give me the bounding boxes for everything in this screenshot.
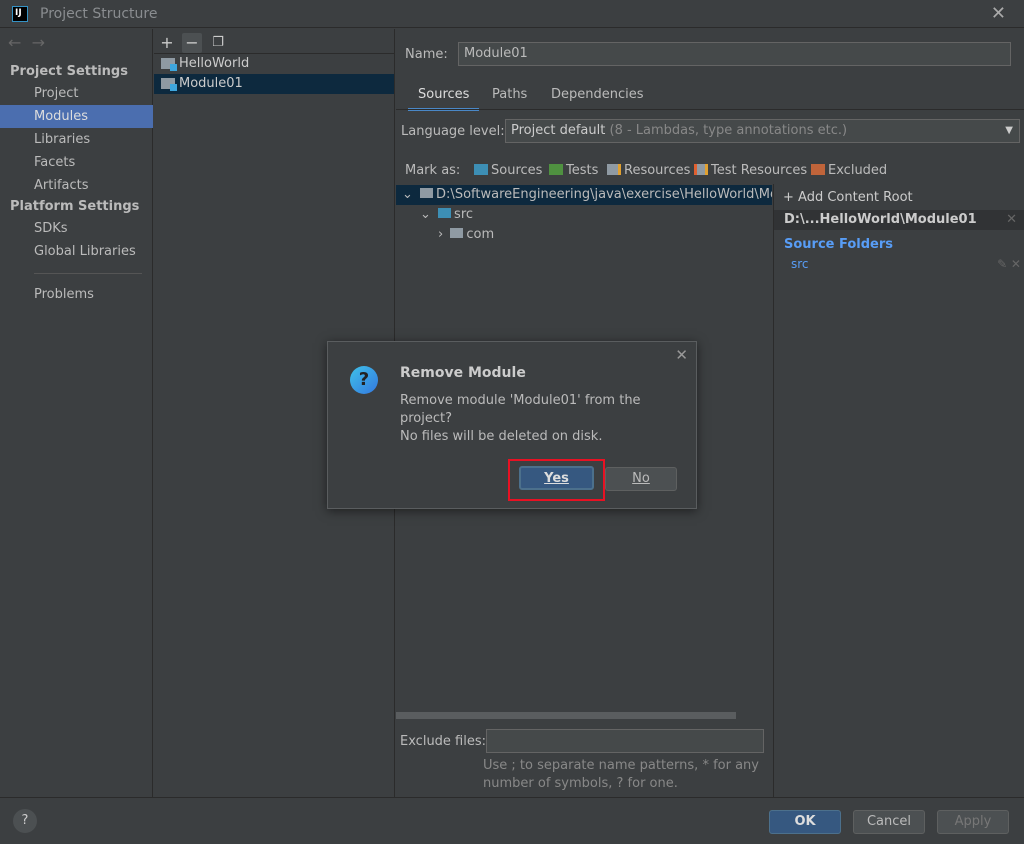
add-icon[interactable]: + [157, 33, 177, 53]
divider [34, 273, 142, 274]
mark-label: Tests [566, 163, 599, 178]
remove-icon[interactable]: − [182, 33, 202, 53]
language-hint: (8 - Lambdas, type annotations etc.) [609, 123, 848, 138]
test-resources-folder-icon [694, 164, 708, 175]
resources-folder-icon [607, 164, 621, 175]
platform-settings-heading: Platform Settings [10, 199, 140, 214]
dialog-message: Remove module 'Module01' from the projec… [400, 392, 641, 446]
copy-icon[interactable]: ❐ [208, 33, 228, 53]
exclude-files-label: Exclude files: [400, 734, 487, 749]
mark-label: Excluded [828, 163, 888, 178]
question-icon: ? [350, 366, 378, 394]
module-label: Module01 [179, 76, 243, 91]
content-root-item[interactable]: D:\...HelloWorld\Module01 ✕ [774, 210, 1024, 230]
module-item-module01[interactable]: Module01 [154, 74, 394, 94]
sidebar-item-problems[interactable]: Problems [0, 283, 153, 306]
mark-label: Test Resources [711, 163, 808, 178]
package-icon [450, 228, 464, 238]
sidebar-item-facets[interactable]: Facets [0, 151, 153, 174]
language-level-label: Language level: [401, 124, 505, 139]
settings-sidebar: ← → Project Settings Project Modules Lib… [0, 29, 153, 797]
tab-paths[interactable]: Paths [482, 83, 537, 111]
horizontal-scrollbar[interactable] [396, 712, 736, 719]
tab-sources[interactable]: Sources [408, 83, 480, 111]
source-folder-item[interactable]: src ✎ ✕ [791, 257, 1021, 271]
sidebar-item-artifacts[interactable]: Artifacts [0, 174, 153, 197]
excluded-folder-icon [811, 164, 825, 175]
chevron-down-icon: ⌄ [420, 207, 431, 222]
exclude-hint: Use ; to separate name patterns, * for a… [483, 758, 759, 773]
tree-item-src[interactable]: ⌄ src [396, 205, 772, 225]
exclude-hint: number of symbols, ? for one. [483, 776, 678, 791]
mark-resources-button[interactable]: Resources [607, 163, 690, 178]
mark-as-label: Mark as: [405, 163, 461, 178]
source-folders-heading: Source Folders [784, 237, 894, 252]
tree-label: D:\SoftwareEngineering\java\exercise\Hel… [436, 187, 772, 202]
language-value: Project default [511, 123, 606, 138]
project-settings-heading: Project Settings [10, 64, 128, 79]
sources-folder-icon [474, 164, 488, 175]
dialog-title: Remove Module [400, 365, 526, 381]
sidebar-item-global-libraries[interactable]: Global Libraries [0, 240, 153, 263]
module-folder-icon [161, 58, 177, 71]
close-window-icon[interactable]: ✕ [991, 3, 1006, 24]
message-line: No files will be deleted on disk. [400, 429, 603, 444]
sidebar-item-libraries[interactable]: Libraries [0, 128, 153, 151]
root-label: D:\...HelloWorld\Module01 [784, 212, 977, 227]
ok-button[interactable]: OK [769, 810, 841, 834]
language-level-select[interactable]: Project default (8 - Lambdas, type annot… [505, 119, 1020, 143]
sidebar-item-sdks[interactable]: SDKs [0, 217, 153, 240]
chevron-down-icon: ▼ [1005, 125, 1013, 136]
name-label: Name: [405, 47, 448, 62]
back-icon[interactable]: ← → [8, 33, 45, 52]
chevron-down-icon: ⌄ [402, 187, 413, 202]
message-line: project? [400, 411, 453, 426]
add-content-root-button[interactable]: + Add Content Root [783, 190, 913, 205]
tree-item-root[interactable]: ⌄ D:\SoftwareEngineering\java\exercise\H… [396, 185, 772, 205]
content-root-panel: + Add Content Root D:\...HelloWorld\Modu… [773, 184, 1024, 797]
apply-button[interactable]: Apply [937, 810, 1009, 834]
yes-button[interactable]: Yes [519, 466, 594, 490]
source-folder-label: src [791, 257, 809, 271]
tab-dependencies[interactable]: Dependencies [541, 83, 654, 111]
close-icon[interactable]: ✕ [675, 346, 688, 364]
help-icon[interactable]: ? [13, 809, 37, 833]
sidebar-item-project[interactable]: Project [0, 82, 153, 105]
footer: ? OK Cancel Apply [0, 797, 1024, 844]
tree-item-com[interactable]: › com [396, 225, 772, 245]
mark-tests-button[interactable]: Tests [549, 163, 598, 178]
add-root-label: Add Content Root [798, 190, 913, 205]
chevron-right-icon: › [438, 227, 444, 242]
title-bar: IJ Project Structure ✕ [0, 0, 1024, 28]
message-line: Remove module 'Module01' from the [400, 393, 641, 408]
tree-label: src [454, 207, 474, 222]
close-icon[interactable]: ✕ [1006, 210, 1017, 230]
cancel-button[interactable]: Cancel [853, 810, 925, 834]
source-folder-icon [438, 208, 452, 218]
sidebar-item-modules[interactable]: Modules [0, 105, 153, 128]
no-button[interactable]: No [605, 467, 677, 491]
exclude-files-input[interactable] [486, 729, 764, 753]
window-title: Project Structure [40, 6, 158, 22]
mark-sources-button[interactable]: Sources [474, 163, 542, 178]
mark-label: Sources [491, 163, 543, 178]
module-folder-icon [161, 78, 177, 91]
module-label: HelloWorld [179, 56, 250, 71]
mark-test-resources-button[interactable]: Test Resources [694, 163, 807, 178]
mark-excluded-button[interactable]: Excluded [811, 163, 887, 178]
tests-folder-icon [549, 164, 563, 175]
mark-label: Resources [624, 163, 691, 178]
name-input[interactable]: Module01 [458, 42, 1011, 66]
intellij-logo: IJ [12, 6, 28, 22]
remove-module-dialog: ✕ ? Remove Module Remove module 'Module0… [327, 341, 697, 509]
tree-label: com [466, 227, 495, 242]
module-item-helloworld[interactable]: HelloWorld [154, 54, 394, 74]
edit-icon[interactable]: ✎ ✕ [997, 257, 1021, 271]
